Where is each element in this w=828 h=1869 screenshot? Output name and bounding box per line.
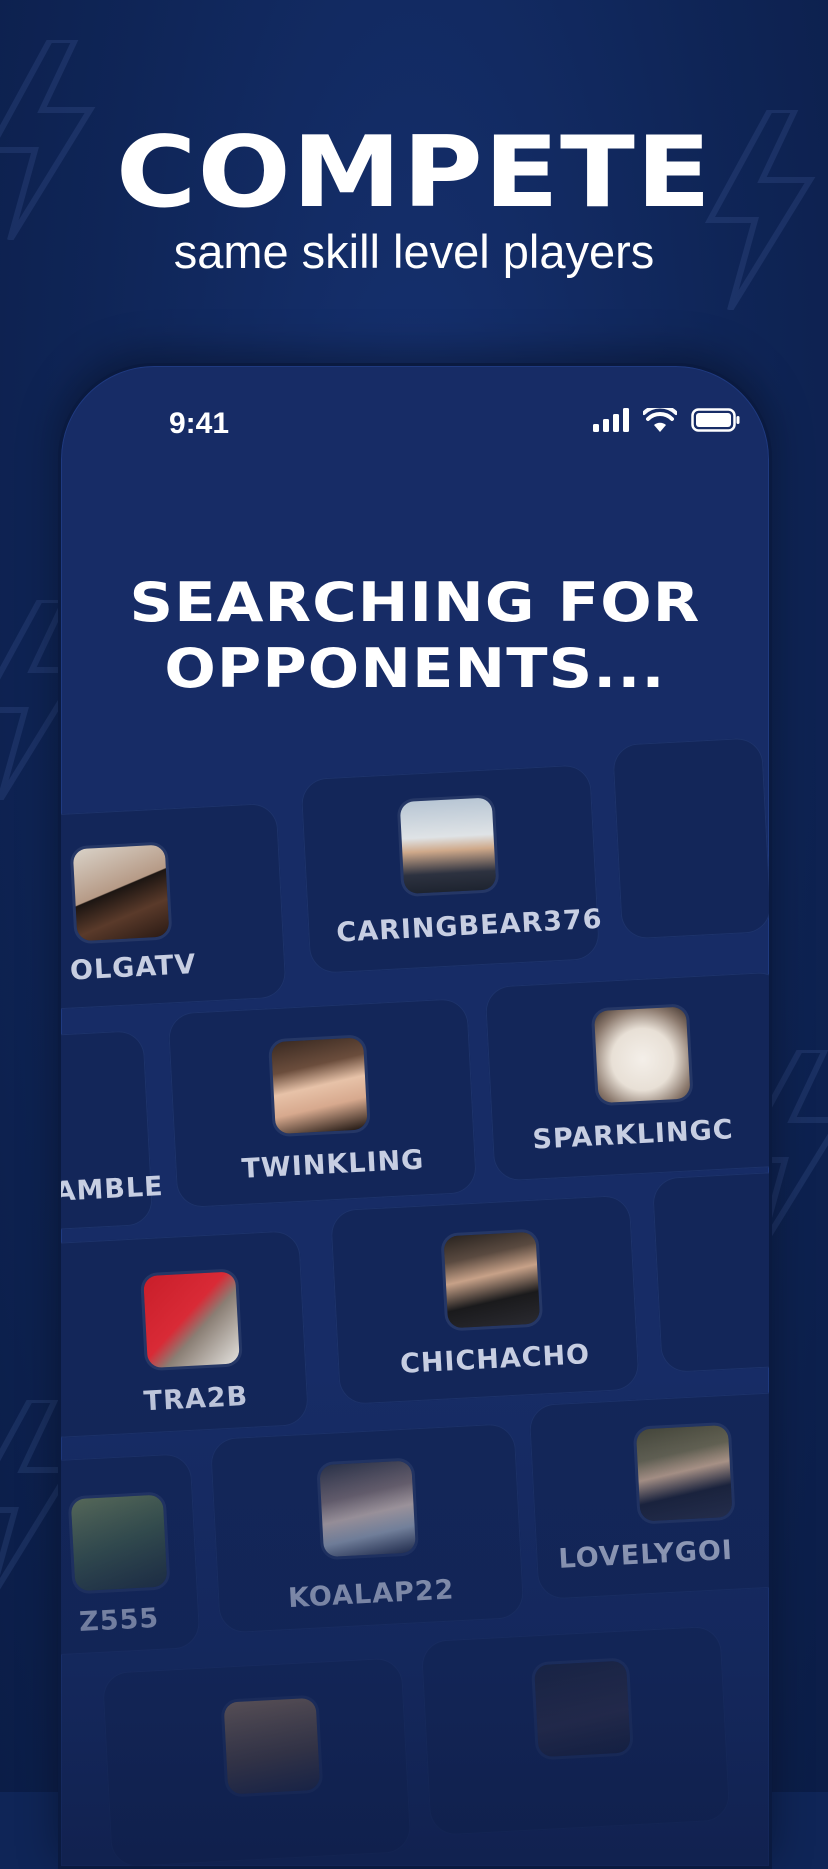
player-avatar	[223, 1697, 321, 1795]
promo-headline: COMPETE	[115, 116, 713, 230]
player-card-olgatv[interactable]: OLGATV	[61, 802, 287, 1012]
player-name: OLGATV	[69, 949, 198, 987]
player-name: KOALAP22	[287, 1574, 456, 1615]
player-avatar	[70, 1494, 168, 1592]
player-card-koalap22[interactable]: KOALAP22	[209, 1423, 525, 1634]
player-name: AMBLE	[58, 1171, 165, 1208]
player-card-sparklingc[interactable]: SPARKLINGC	[484, 971, 769, 1182]
player-avatar	[143, 1271, 240, 1369]
player-avatar	[635, 1424, 733, 1522]
player-avatar	[72, 844, 170, 942]
player-name: TRA2B	[142, 1380, 249, 1418]
player-card-amble[interactable]: AMBLE	[61, 1029, 164, 1236]
player-avatar	[399, 797, 497, 895]
player-avatar	[443, 1231, 541, 1329]
player-name: Z555	[78, 1602, 160, 1639]
promo-subheadline: same skill level players	[173, 225, 655, 278]
player-name: TWINKLING	[240, 1144, 426, 1185]
player-name: SPARKLINGC	[531, 1114, 735, 1156]
player-name: CARINGBEAR376	[335, 903, 604, 949]
player-name: LOVELYGOI	[557, 1534, 734, 1575]
player-card-twinkling[interactable]: TWINKLING	[167, 997, 478, 1209]
player-card-partial[interactable]	[612, 737, 769, 940]
player-card-lovelygoi[interactable]: LOVELYGOI	[528, 1389, 769, 1600]
player-card-chichacho[interactable]: CHICHACHO	[329, 1194, 640, 1406]
player-avatar	[319, 1460, 416, 1558]
player-card-tra2b[interactable]: TRA2B	[61, 1230, 310, 1439]
player-card-partial[interactable]	[101, 1657, 412, 1866]
opponent-grid: OLGATV CARINGBEAR376 AMBLE TWINKLING SPA…	[61, 366, 769, 1866]
player-card-caringbear376[interactable]: CARINGBEAR376	[300, 764, 603, 975]
player-card-z555[interactable]: Z555	[61, 1453, 201, 1661]
player-name: CHICHACHO	[399, 1338, 591, 1380]
player-avatar	[534, 1660, 631, 1758]
phone-frame: 9:41 SEARCHING FOR OPPONENTS... OLGATV C…	[58, 363, 772, 1869]
player-card-partial[interactable]	[651, 1171, 769, 1374]
player-card-partial[interactable]	[420, 1625, 731, 1836]
player-avatar	[271, 1037, 368, 1135]
player-avatar	[593, 1006, 691, 1104]
